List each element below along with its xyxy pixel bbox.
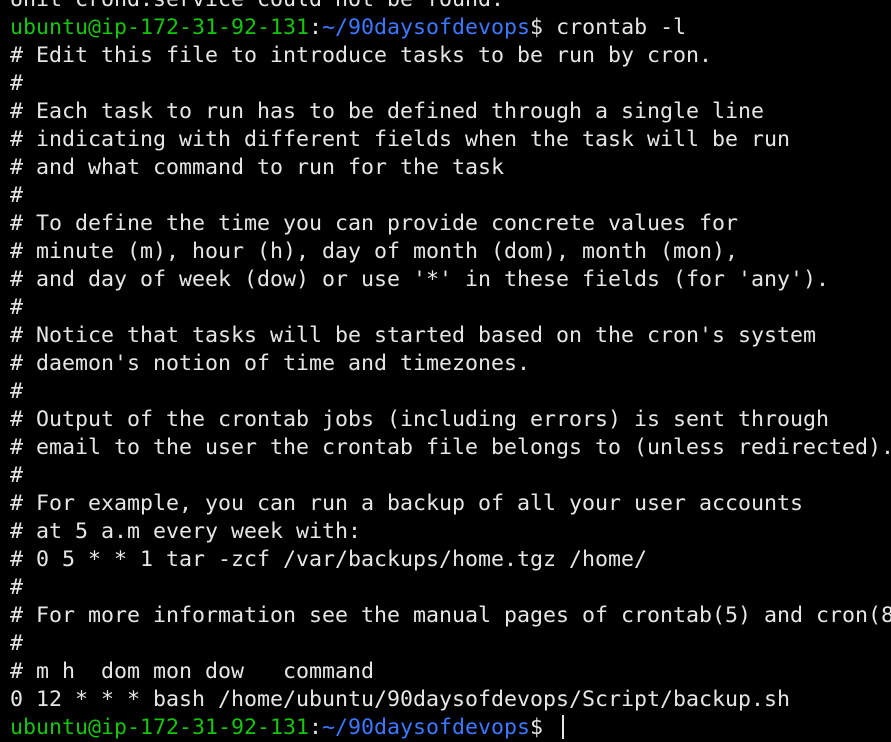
output-line: # xyxy=(10,463,24,488)
output-line: # For example, you can run a backup of a… xyxy=(10,491,804,516)
output-line: # For more information see the manual pa… xyxy=(10,603,891,628)
prompt-path: ~/90daysofdevops xyxy=(322,15,531,40)
command-text xyxy=(543,715,556,740)
output-line: # xyxy=(10,631,24,656)
output-line: # To define the time you can provide con… xyxy=(10,211,739,236)
command-text: crontab -l xyxy=(543,15,687,40)
prompt-line: ubuntu@ip-172-31-92-131:~/90daysofdevops… xyxy=(10,14,891,42)
output-line: # m h dom mon dow command xyxy=(10,659,375,684)
prompt-user: ubuntu@ip-172-31-92-131 xyxy=(10,15,310,40)
output-line: # Edit this file to introduce tasks to b… xyxy=(10,43,713,68)
output-line: Unit crond.service could not be found. xyxy=(10,0,891,14)
output-line: # and day of week (dow) or use '*' in th… xyxy=(10,267,830,292)
prompt-separator: : xyxy=(309,15,323,40)
output-line: # Each task to run has to be defined thr… xyxy=(10,99,765,124)
output-line: # indicating with different fields when … xyxy=(10,127,791,152)
output-line: # xyxy=(10,295,24,320)
output-line: # Output of the crontab jobs (including … xyxy=(10,407,830,432)
output-line: # minute (m), hour (h), day of month (do… xyxy=(10,239,739,264)
prompt-separator: : xyxy=(309,715,323,740)
output-line: # email to the user the crontab file bel… xyxy=(10,435,891,460)
output-line: # and what command to run for the task xyxy=(10,155,505,180)
prompt-line: ubuntu@ip-172-31-92-131:~/90daysofdevops… xyxy=(10,714,891,742)
prompt-path: ~/90daysofdevops xyxy=(322,715,531,740)
output-line: # daemon's notion of time and timezones. xyxy=(10,351,531,376)
terminal-window[interactable]: Unit crond.service could not be found.ub… xyxy=(0,0,891,742)
output-line: # xyxy=(10,183,24,208)
prompt-symbol: $ xyxy=(530,715,544,740)
output-line: # xyxy=(10,71,24,96)
output-line: 0 12 * * * bash /home/ubuntu/90daysofdev… xyxy=(10,687,791,712)
output-line: # xyxy=(10,379,24,404)
prompt-user: ubuntu@ip-172-31-92-131 xyxy=(10,715,310,740)
text-cursor xyxy=(562,715,565,739)
output-line: # xyxy=(10,575,24,600)
output-line: # at 5 a.m every week with: xyxy=(10,519,362,544)
output-line: # Notice that tasks will be started base… xyxy=(10,323,817,348)
output-line: # 0 5 * * 1 tar -zcf /var/backups/home.t… xyxy=(10,547,648,572)
prompt-symbol: $ xyxy=(530,15,544,40)
